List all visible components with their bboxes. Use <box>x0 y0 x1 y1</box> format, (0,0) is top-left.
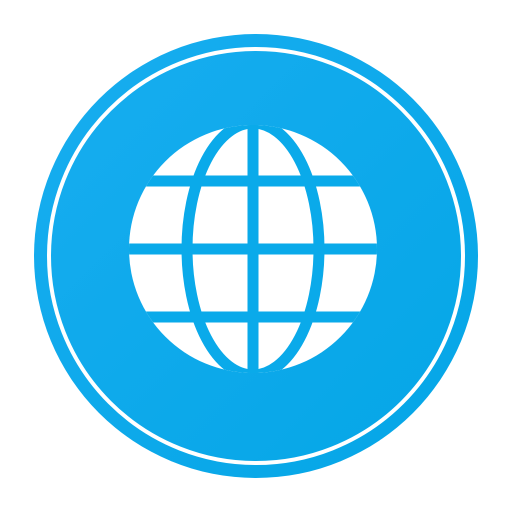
globe-app-icon <box>0 0 512 512</box>
globe-badge <box>34 34 478 478</box>
